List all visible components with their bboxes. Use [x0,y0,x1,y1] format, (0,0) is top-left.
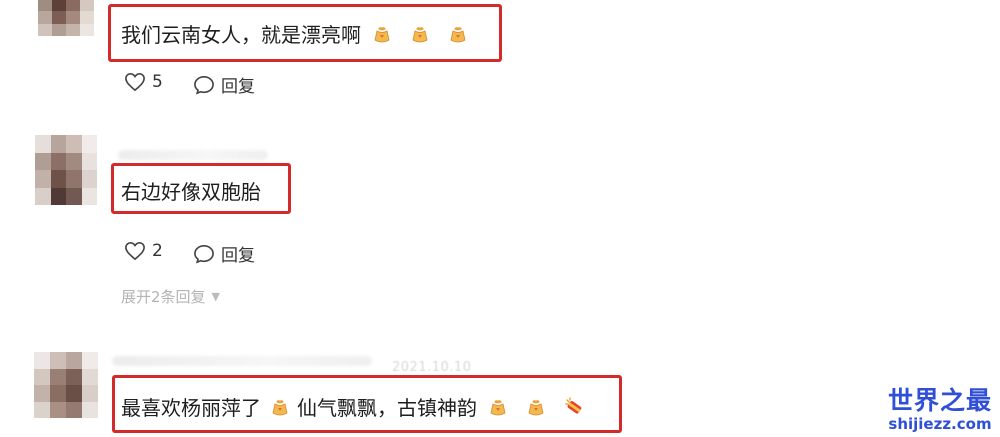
watermark-url: shijiezz.com [888,415,992,433]
comment-body: 右边好像双胞胎 [121,180,261,204]
comment-text: 最喜欢杨丽萍了 仙气飘飘，古镇神韵 [121,392,591,421]
comment-feed: 我们云南女人，就是漂亮啊 5 回复 右边好像双胞胎 2 回复 展开2条回复 ▼ … [0,0,1000,437]
like-button[interactable]: 5 [124,72,163,92]
watermark: 世界之最 shijiezz.com [887,386,992,434]
reply-button[interactable]: 回复 [193,72,255,97]
avatar[interactable] [34,352,98,418]
username-blurred [118,150,268,160]
heart-icon [125,72,145,92]
expand-replies-link[interactable]: 展开2条回复 ▼ [121,286,220,307]
speech-bubble-icon [194,75,214,95]
speech-bubble-icon [194,244,214,264]
comment-text: 右边好像双胞胎 [121,176,261,205]
gift-bag-icon [412,26,428,42]
gift-bag-icon [490,399,506,415]
watermark-title: 世界之最 [887,386,992,415]
comment-body-part1: 最喜欢杨丽萍了 [121,396,261,420]
heart-icon [125,241,145,261]
firecracker-icon [565,396,582,414]
comment-date: 2021.10.10 [392,360,472,375]
gift-bag-icon [450,26,466,42]
reply-label: 回复 [221,77,255,97]
like-count: 2 [152,241,163,261]
gift-bag-icon [374,26,390,42]
like-count: 5 [152,72,163,92]
comment-body: 我们云南女人，就是漂亮啊 [121,23,361,47]
chevron-down-icon: ▼ [211,290,221,303]
avatar[interactable] [38,0,94,36]
comment-body-part2: 仙气飘飘，古镇神韵 [297,396,477,420]
username-blurred [112,356,372,366]
reply-label: 回复 [221,246,255,266]
gift-bag-icon [528,399,544,415]
avatar[interactable] [35,135,97,205]
like-button[interactable]: 2 [124,241,163,261]
expand-replies-label: 展开2条回复 [121,288,206,306]
gift-bag-icon [272,399,288,415]
comment-text: 我们云南女人，就是漂亮啊 [121,19,475,48]
reply-button[interactable]: 回复 [193,241,255,266]
